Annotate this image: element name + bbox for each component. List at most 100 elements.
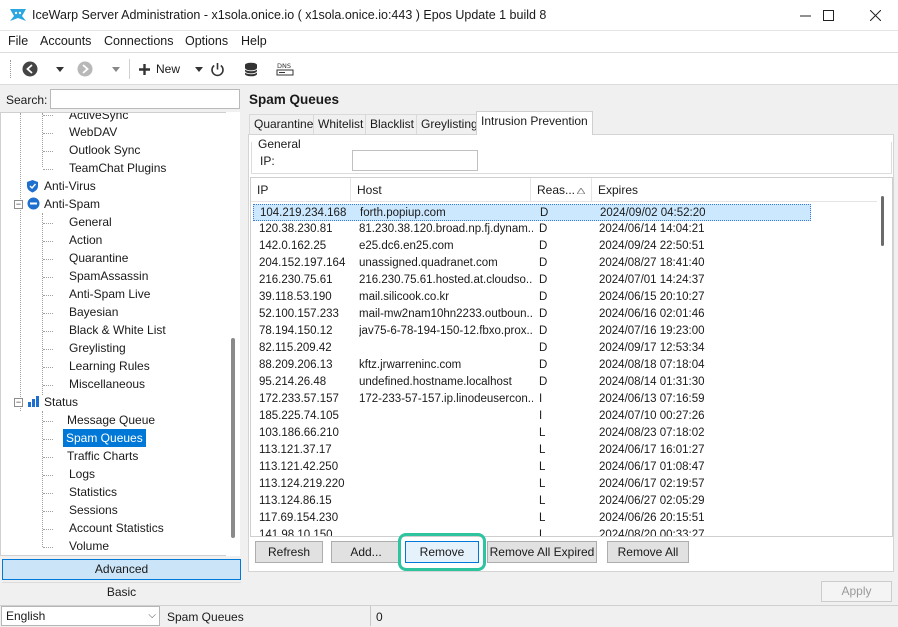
- tree-expander[interactable]: −: [14, 200, 23, 209]
- new-dropdown-button[interactable]: [193, 59, 205, 79]
- cell-expires: 2024/08/18 07:18:04: [599, 359, 705, 371]
- tree-item-general[interactable]: General: [69, 213, 112, 231]
- menu-connections[interactable]: Connections: [104, 34, 174, 48]
- table-row[interactable]: 113.124.86.15 L 2024/06/27 02:05:29: [253, 493, 811, 510]
- tab-quarantine[interactable]: Quarantine: [249, 114, 319, 134]
- maximize-button[interactable]: [805, 0, 851, 31]
- menu-file[interactable]: File: [8, 34, 28, 48]
- table-row[interactable]: 113.121.42.250 L 2024/06/17 01:08:47: [253, 459, 811, 476]
- table-row[interactable]: 172.233.57.157 172-233-57-157.ip.linodeus…: [253, 391, 811, 408]
- table-row[interactable]: 88.209.206.13 kftz.jrwarreninc.com D 2024/0…: [253, 357, 811, 374]
- tree-item-volume[interactable]: Volume: [69, 537, 109, 555]
- back-button[interactable]: [20, 59, 40, 79]
- forward-dropdown-button[interactable]: [110, 59, 122, 79]
- table-row[interactable]: 52.100.157.233 mail-mw2nam10hn2233.outbou…: [253, 306, 811, 323]
- tree-item-outlook-sync[interactable]: Outlook Sync: [69, 141, 140, 159]
- list-scrollbar-thumb[interactable]: [881, 196, 884, 246]
- refresh-button[interactable]: Refresh: [255, 541, 323, 563]
- menu-accounts[interactable]: Accounts: [40, 34, 91, 48]
- tree-item-message-queue[interactable]: Message Queue: [67, 411, 155, 429]
- tree-item-quarantine[interactable]: Quarantine: [69, 249, 128, 267]
- table-row[interactable]: 113.121.37.17 L 2024/06/17 16:01:27: [253, 442, 811, 459]
- tree-item-learning-rules[interactable]: Learning Rules: [69, 357, 150, 375]
- table-row[interactable]: 82.115.209.42 D 2024/09/17 12:53:34: [253, 340, 811, 357]
- tree-item-account-statistics[interactable]: Account Statistics: [69, 519, 164, 537]
- table-row[interactable]: 78.194.150.12 jav75-6-78-194-150-12.fbxo.…: [253, 323, 811, 340]
- back-dropdown-button[interactable]: [54, 59, 66, 79]
- language-select[interactable]: English ⌵: [1, 606, 160, 626]
- tree-scrollbar-thumb[interactable]: [231, 338, 235, 538]
- menu-options[interactable]: Options: [185, 34, 228, 48]
- dns-icon: DNS: [276, 62, 294, 76]
- tree-item-sessions[interactable]: Sessions: [69, 501, 118, 519]
- tree-item-anti-spam[interactable]: Anti-Spam: [44, 195, 100, 213]
- table-row[interactable]: 204.152.197.164 unassigned.quadranet.com D…: [253, 255, 811, 272]
- table-row[interactable]: 117.69.154.230 L 2024/06/26 20:15:51: [253, 510, 811, 527]
- table-row[interactable]: 95.214.26.48 undefined.hostname.localhost…: [253, 374, 811, 391]
- tab-intrusion-prevention[interactable]: Intrusion Prevention: [476, 111, 593, 135]
- table-row[interactable]: 113.124.219.220 L 2024/06/17 02:19:57: [253, 476, 811, 493]
- forward-button[interactable]: [75, 59, 95, 79]
- cell-ip: 104.219.234.168: [260, 207, 347, 219]
- table-row[interactable]: 120.38.230.81 81.230.38.120.broad.np.fj.d…: [253, 221, 811, 238]
- cell-reason: D: [539, 257, 548, 269]
- database-button[interactable]: [240, 59, 262, 79]
- new-button[interactable]: New: [138, 59, 186, 79]
- table-row[interactable]: 39.118.53.190 mail.silicook.co.kr D 2024/06…: [253, 289, 811, 306]
- tree-item-logs[interactable]: Logs: [69, 465, 95, 483]
- forward-arrow-icon: [77, 61, 93, 77]
- table-row[interactable]: 103.186.66.210 L 2024/08/23 07:18:02: [253, 425, 811, 442]
- remove-all-button[interactable]: Remove All: [607, 541, 689, 563]
- table-row[interactable]: 142.0.162.25 e25.dc6.en25.com D 2024/09/24 …: [253, 238, 811, 255]
- tree-item-bayesian[interactable]: Bayesian: [69, 303, 118, 321]
- cell-host: 172-233-57-157.ip.linodeusercon...: [359, 393, 533, 405]
- tab-whitelist[interactable]: Whitelist: [313, 114, 369, 134]
- column-header-reason[interactable]: Reas...: [531, 178, 592, 202]
- close-button[interactable]: [852, 0, 898, 31]
- cell-host: [359, 442, 533, 459]
- list-scrollbar[interactable]: [877, 178, 892, 536]
- menu-help[interactable]: Help: [241, 34, 267, 48]
- cell-expires: 2024/08/23 07:18:02: [599, 427, 705, 439]
- apply-button[interactable]: Apply: [821, 581, 892, 602]
- close-icon: [869, 10, 881, 21]
- cell-expires: 2024/06/27 02:05:29: [599, 495, 705, 507]
- tree-item-action[interactable]: Action: [69, 231, 102, 249]
- tree-item-greylisting[interactable]: Greylisting: [69, 339, 126, 357]
- table-row[interactable]: 141.98.10.150 L 2024/08/20 00:33:27: [253, 527, 811, 537]
- tree-item-teamchat-plugins[interactable]: TeamChat Plugins: [69, 159, 166, 177]
- cell-host: undefined.hostname.localhost: [359, 376, 512, 388]
- remove-button[interactable]: Remove: [405, 541, 479, 563]
- tree-item-anti-virus[interactable]: Anti-Virus: [44, 177, 96, 195]
- tree-item-traffic-charts[interactable]: Traffic Charts: [67, 447, 138, 465]
- table-row[interactable]: 104.219.234.168 forth.popiup.com D 2024/09/…: [253, 204, 811, 221]
- tab-greylisting[interactable]: Greylisting: [416, 114, 483, 134]
- tree-item-black-white-list[interactable]: Black & White List: [69, 321, 166, 339]
- tree-item-status[interactable]: Status: [44, 393, 78, 411]
- tree-expander[interactable]: −: [14, 398, 23, 407]
- column-header-host[interactable]: Host: [351, 178, 531, 202]
- tree-item-spam-queues[interactable]: Spam Queues: [63, 429, 146, 447]
- general-groupbox: [251, 142, 892, 174]
- ip-input[interactable]: [352, 150, 478, 171]
- add-button[interactable]: Add...: [331, 541, 401, 563]
- power-button[interactable]: [207, 59, 227, 79]
- table-row[interactable]: 216.230.75.61 216.230.75.61.hosted.at.clo…: [253, 272, 811, 289]
- tab-blacklist[interactable]: Blacklist: [365, 114, 420, 134]
- tree-item-spamassassin[interactable]: SpamAssassin: [69, 267, 148, 285]
- advanced-button[interactable]: Advanced: [2, 559, 241, 580]
- search-input[interactable]: [50, 89, 240, 109]
- table-row[interactable]: 185.225.74.105 I 2024/07/10 00:27:26: [253, 408, 811, 425]
- cell-reason: L: [539, 529, 546, 537]
- column-header-ip[interactable]: IP: [251, 178, 351, 202]
- tree-branch: [43, 115, 53, 116]
- tree-item-anti-spam-live[interactable]: Anti-Spam Live: [69, 285, 150, 303]
- tree-item-miscellaneous[interactable]: Miscellaneous: [69, 375, 145, 393]
- cell-reason: D: [539, 274, 548, 286]
- tree-item-statistics[interactable]: Statistics: [69, 483, 117, 501]
- column-header-expires[interactable]: Expires: [592, 178, 878, 202]
- tree-item-webdav[interactable]: WebDAV: [69, 123, 117, 141]
- dns-button[interactable]: DNS: [273, 59, 297, 79]
- basic-button[interactable]: Basic: [2, 582, 241, 603]
- remove-all-expired-button[interactable]: Remove All Expired: [487, 541, 597, 563]
